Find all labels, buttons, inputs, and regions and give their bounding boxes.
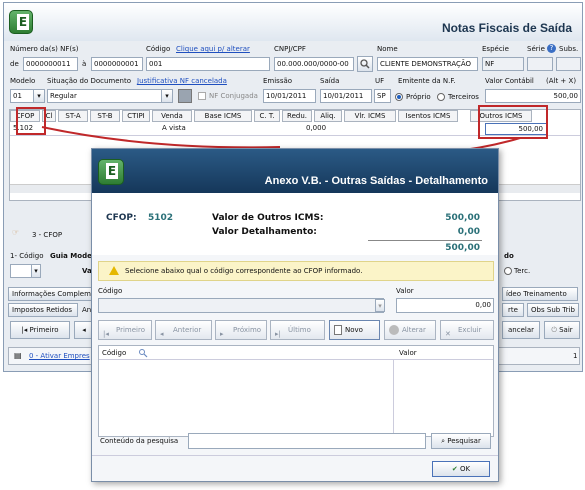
dlg-valor-label: Valor [396,287,414,295]
ultimo-label: Último [288,326,311,334]
list-header: Código Valor [99,346,493,360]
ok-label: OK [459,465,471,473]
dialog-title: Anexo V.B. - Outras Saídas - Detalhament… [264,175,488,187]
dialog-header: Anexo V.B. - Outras Saídas - Detalhament… [92,149,498,193]
detalhamento-dialog: Anexo V.B. - Outras Saídas - Detalhament… [91,148,499,482]
next-icon: ▸ [220,330,224,338]
anterior-button[interactable]: ◂ Anterior [155,320,212,340]
primeiro-button[interactable]: |◂ Primeiro [98,320,152,340]
primeiro-label: Primeiro [116,326,145,334]
dlg-codigo-label: Código [98,287,123,295]
list-divider [393,360,394,436]
ok-button[interactable]: ✔ OK [432,461,490,477]
anterior-label: Anterior [173,326,202,334]
last-icon: ▸| [275,330,281,338]
codes-list[interactable]: Código Valor [98,345,494,437]
search-icon[interactable] [139,349,148,358]
novo-button[interactable]: Novo [329,320,380,340]
outros-icms-value: 500,00 [445,213,480,223]
excluir-label: Excluir [458,326,482,334]
list-valor-header[interactable]: Valor [399,349,417,357]
list-codigo-header[interactable]: Código [102,349,126,357]
previous-icon: ◂ [160,330,164,338]
check-icon: ✔ [451,465,460,473]
warning-icon [109,266,119,275]
dialog-logo-icon [98,159,124,185]
outros-icms-label: Valor de Outros ICMS: [212,213,324,223]
edit-icon [389,325,399,335]
first-icon: |◂ [103,330,109,338]
cfop-value: 5102 [148,213,174,223]
novo-label: Novo [345,326,363,334]
ultimo-button[interactable]: ▸| Último [270,320,325,340]
proximo-label: Próximo [233,326,262,334]
footer-divider [92,455,498,456]
warning-banner: Selecione abaixo qual o código correspon… [98,261,494,281]
dlg-codigo-dropdown-icon[interactable]: ▾ [375,299,385,312]
alterar-label: Alterar [402,326,426,334]
new-document-icon [334,325,342,335]
dlg-codigo-select[interactable] [98,298,384,313]
total-value: 500,00 [445,243,480,253]
search-input[interactable] [188,433,426,449]
alterar-button[interactable]: Alterar [384,320,436,340]
delete-icon: ✕ [445,330,451,338]
pesquisar-button[interactable]: ⌕ Pesquisar [431,433,491,449]
search-label: Conteúdo da pesquisa [100,437,179,445]
excluir-button[interactable]: ✕ Excluir [440,320,494,340]
dialog-summary: CFOP: 5102 Valor de Outros ICMS: 500,00 … [92,193,498,255]
detalhamento-value: 0,00 [457,227,480,237]
warning-text: Selecione abaixo qual o código correspon… [125,267,363,275]
sum-divider [368,240,482,241]
cfop-label: CFOP: [106,213,137,223]
proximo-button[interactable]: ▸ Próximo [215,320,267,340]
detalhamento-label: Valor Detalhamento: [212,227,317,237]
dlg-valor-field[interactable]: 0,00 [396,298,494,313]
pesquisar-label: Pesquisar [447,437,481,445]
